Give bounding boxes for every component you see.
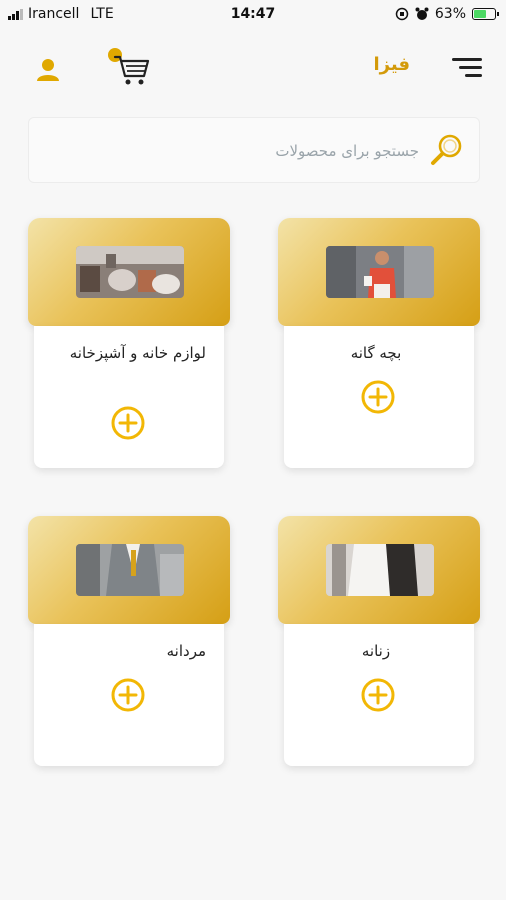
status-bar: Irancell LTE 14:47 63% [0,0,506,30]
search-bar [28,117,480,183]
status-right: 63% [395,6,499,22]
battery-icon [472,8,499,20]
card-body: زنانه [284,624,474,766]
brand-title: فیزا [373,54,410,75]
card-body: لوازم خانه و آشپزخانه [34,326,224,468]
category-image-women [326,544,434,596]
alarm-icon [415,7,429,20]
search-icon [431,134,462,165]
category-title: مردانه [166,642,206,660]
user-button[interactable] [30,52,66,88]
card-header [278,218,480,326]
user-icon [37,59,59,81]
search-input[interactable] [43,136,419,166]
card-header [28,516,230,624]
card-body: مردانه [34,624,224,766]
category-title: زنانه [361,642,391,660]
battery-percent: 63% [434,6,466,22]
cart-button[interactable] [108,48,152,88]
add-circle-icon[interactable] [111,678,145,712]
app-header: فیزا [0,40,506,96]
card-header [278,516,480,624]
cart-icon [113,55,150,85]
add-circle-icon[interactable] [111,406,145,440]
orientation-lock-icon [395,7,409,21]
category-image-men [76,544,184,596]
category-title: بچه گانه [350,344,402,362]
add-circle-icon[interactable] [361,380,395,414]
category-title: لوازم خانه و آشپزخانه [69,344,206,362]
category-image-home [76,246,184,298]
search-button[interactable] [429,132,465,168]
menu-button[interactable] [450,54,484,82]
menu-icon [452,58,482,77]
category-image-kids [326,246,434,298]
add-circle-icon[interactable] [361,678,395,712]
card-header [28,218,230,326]
card-body: بچه گانه [284,326,474,468]
